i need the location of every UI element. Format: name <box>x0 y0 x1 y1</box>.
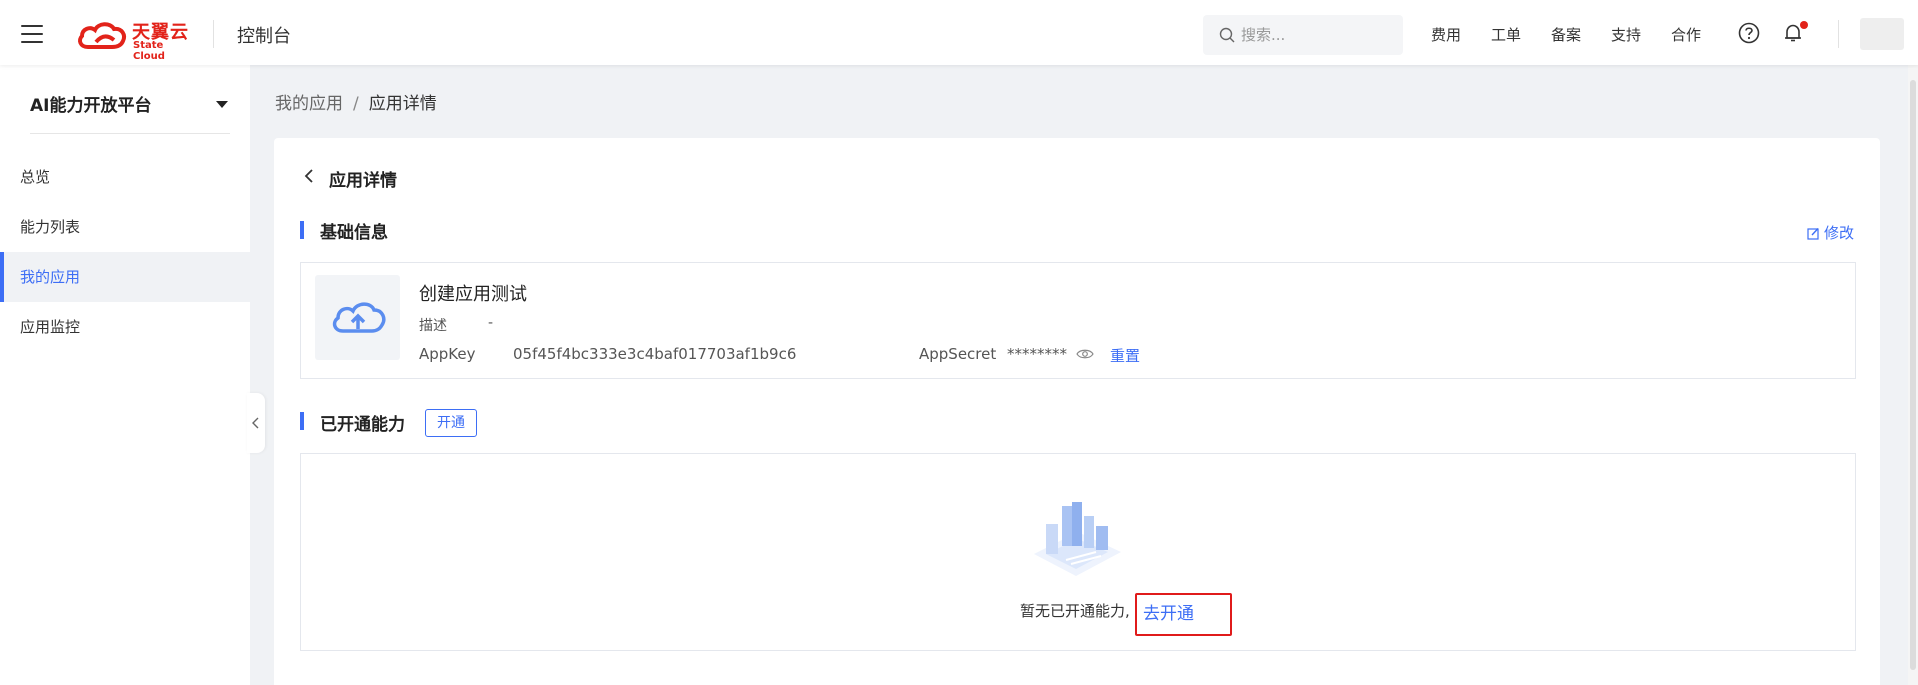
breadcrumb-current: 应用详情 <box>368 94 437 114</box>
sidebar-item-ability-list[interactable]: 能力列表 <box>0 202 250 252</box>
edit-button[interactable]: 修改 <box>1807 222 1854 243</box>
sidebar-item-my-apps[interactable]: 我的应用 <box>0 252 250 302</box>
app-thumbnail <box>315 275 400 360</box>
appsecret-value: ******** <box>1007 345 1067 363</box>
appkey-label: AppKey <box>419 345 476 363</box>
description-value: - <box>488 315 494 331</box>
cloud-upload-icon <box>332 302 386 333</box>
platform-title[interactable]: AI能力开放平台 <box>30 91 151 116</box>
empty-data-illustration-icon <box>1034 502 1121 576</box>
search-icon <box>1219 27 1235 43</box>
page-scrollbar[interactable] <box>1908 65 1918 685</box>
open-ability-button[interactable]: 开通 <box>425 409 477 437</box>
notification-dot <box>1800 21 1808 29</box>
sidebar-collapse-button[interactable] <box>247 393 265 453</box>
basic-info-title: 基础信息 <box>320 223 388 243</box>
empty-state-box: 暂无已开通能力, 去开通 <box>300 453 1856 651</box>
caret-down-icon[interactable] <box>216 101 228 108</box>
chevron-left-icon <box>252 417 259 429</box>
eye-icon[interactable] <box>1076 347 1094 361</box>
scrollbar-thumb[interactable] <box>1910 80 1916 670</box>
breadcrumb: 我的应用 / 应用详情 <box>275 89 437 114</box>
sidebar-divider <box>30 133 230 134</box>
edit-label: 修改 <box>1824 224 1855 242</box>
reset-secret-link[interactable]: 重置 <box>1110 345 1140 366</box>
edit-icon <box>1807 228 1819 240</box>
page-title: 应用详情 <box>329 171 397 191</box>
console-title[interactable]: 控制台 <box>237 22 291 48</box>
nav-support[interactable]: 支持 <box>1611 24 1641 45</box>
app-name: 创建应用测试 <box>419 284 527 305</box>
go-open-link[interactable]: 去开通 <box>1135 599 1232 624</box>
search-input[interactable] <box>1241 24 1391 46</box>
empty-state-text: 暂无已开通能力, <box>1020 602 1130 620</box>
breadcrumb-my-apps[interactable]: 我的应用 <box>275 94 343 114</box>
back-arrow-icon[interactable] <box>302 168 316 184</box>
description-label: 描述 <box>419 318 447 334</box>
avatar[interactable] <box>1860 18 1904 50</box>
sidebar: AI能力开放平台 总览 能力列表 我的应用 应用监控 <box>0 65 250 685</box>
appkey-value: 05f45f4bc333e3c4baf017703af1b9c6 <box>513 345 797 363</box>
opened-abilities-title: 已开通能力 <box>320 415 405 435</box>
nav-filing[interactable]: 备案 <box>1551 24 1581 45</box>
nav-fees[interactable]: 费用 <box>1431 24 1461 45</box>
sidebar-item-app-monitor[interactable]: 应用监控 <box>0 302 250 352</box>
help-icon[interactable] <box>1738 22 1760 44</box>
app-detail-card: 应用详情 基础信息 修改 创建应用测试 描述 - AppKey 05f45f4b… <box>274 138 1880 685</box>
header-divider-right <box>1838 20 1839 48</box>
search-box[interactable] <box>1203 15 1403 55</box>
nav-tickets[interactable]: 工单 <box>1491 24 1521 45</box>
section-marker <box>300 221 304 239</box>
menu-icon[interactable] <box>21 25 43 43</box>
logo-text-en: State Cloud <box>133 40 165 62</box>
top-header: 天翼云 State Cloud 控制台 费用 工单 备案 支持 合作 <box>0 0 1918 65</box>
cloud-logo-icon <box>78 22 126 49</box>
breadcrumb-separator: / <box>353 94 359 114</box>
app-info-box: 创建应用测试 描述 - AppKey 05f45f4bc333e3c4baf01… <box>300 262 1856 379</box>
nav-cooperation[interactable]: 合作 <box>1671 24 1701 45</box>
state-cloud-logo[interactable]: 天翼云 State Cloud <box>76 18 194 62</box>
section-marker <box>300 412 304 430</box>
appsecret-label: AppSecret <box>919 345 997 363</box>
sidebar-item-overview[interactable]: 总览 <box>0 152 250 202</box>
header-divider <box>213 20 214 48</box>
